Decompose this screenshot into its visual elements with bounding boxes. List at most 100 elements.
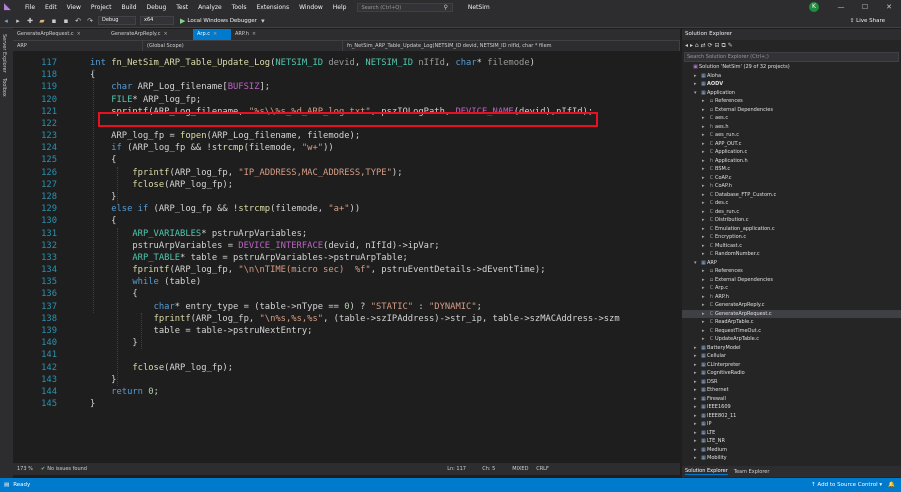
tree-item[interactable]: ▸ C Distribution.c bbox=[682, 216, 901, 224]
tree-item[interactable]: ▸ ▫ References bbox=[682, 97, 901, 105]
tree-item[interactable]: ▸ C Application.c bbox=[682, 148, 901, 156]
code-line[interactable]: int fn_NetSim_ARP_Table_Update_Log(NETSI… bbox=[90, 57, 535, 69]
save-icon[interactable]: ▪ bbox=[48, 17, 60, 25]
new-item-icon[interactable]: ✚ bbox=[24, 17, 36, 25]
tab-solution-explorer[interactable]: Solution Explorer bbox=[685, 468, 728, 475]
tree-item[interactable]: ▸ C ReadArpTable.c bbox=[682, 318, 901, 326]
minimize-icon[interactable]: — bbox=[829, 3, 853, 11]
menu-file[interactable]: File bbox=[20, 4, 40, 11]
tree-item[interactable]: ▸ Caes.c bbox=[682, 114, 901, 122]
tree-item[interactable]: ▸ C Emulation_application.c bbox=[682, 225, 901, 233]
tree-item[interactable]: ▸ h CoAP.h bbox=[682, 182, 901, 190]
tab-arp-h[interactable]: ARP.h × bbox=[231, 29, 269, 40]
tree-item[interactable]: ▾ ▦ Application bbox=[682, 89, 901, 97]
avatar[interactable]: K bbox=[809, 2, 819, 12]
menu-window[interactable]: Window bbox=[294, 4, 328, 11]
code-line[interactable]: fprintf(ARP_log_fp, "\n\nTIME(micro sec)… bbox=[90, 264, 545, 276]
scope-dropdown[interactable]: (Global Scope) bbox=[143, 41, 343, 51]
tree-item[interactable]: ▸ Caes_run.c bbox=[682, 131, 901, 139]
tab-arp-c[interactable]: Arp.c × bbox=[193, 29, 231, 40]
menu-extensions[interactable]: Extensions bbox=[252, 4, 295, 11]
tree-item[interactable]: ▸ C Encryption.c bbox=[682, 233, 901, 241]
tree-item[interactable]: ▸ C GenerateArpRequest.c bbox=[682, 309, 901, 318]
code-line[interactable]: fclose(ARP_log_fp); bbox=[90, 179, 233, 191]
whitespace-indicator[interactable]: MIXED bbox=[512, 466, 536, 472]
maximize-icon[interactable]: ☐ bbox=[853, 3, 877, 11]
menu-help[interactable]: Help bbox=[328, 4, 352, 11]
menu-project[interactable]: Project bbox=[86, 4, 117, 11]
tree-item[interactable]: ▸ C Multicast.c bbox=[682, 242, 901, 250]
menu-tools[interactable]: Tools bbox=[227, 4, 252, 11]
tree-item[interactable]: ▸ ▦ Medium bbox=[682, 446, 901, 454]
tree-item[interactable]: ▸ C Arp.c bbox=[682, 284, 901, 292]
code-line[interactable]: else if (ARP_log_fp && !strcmp(filemode,… bbox=[90, 203, 360, 215]
redo-icon[interactable]: ↷ bbox=[84, 17, 96, 25]
code-line[interactable]: char* entry_type = (table->nType == 0) ?… bbox=[90, 301, 482, 313]
code-line[interactable]: } bbox=[90, 398, 95, 410]
issues-status[interactable]: No issues found bbox=[47, 466, 447, 472]
project-dropdown[interactable]: ARP bbox=[13, 41, 143, 51]
tree-item[interactable]: ▸ ▦ Aloha bbox=[682, 72, 901, 80]
code-line[interactable]: } bbox=[90, 374, 116, 386]
close-icon[interactable]: × bbox=[252, 29, 256, 40]
toolbox-tab[interactable]: Toolbox bbox=[1, 78, 7, 97]
tree-item[interactable]: ▸ ▦ IEEE1609 bbox=[682, 403, 901, 411]
open-icon[interactable]: ▰ bbox=[36, 17, 48, 25]
code-line[interactable]: ARP_TABLE* table = pstruArpVariables->ps… bbox=[90, 252, 407, 264]
tree-item[interactable]: ▸ Cdes.c bbox=[682, 199, 901, 207]
back-icon[interactable]: ◂ bbox=[685, 42, 688, 49]
close-icon[interactable]: × bbox=[163, 29, 167, 40]
save-all-icon[interactable]: ▪ bbox=[60, 17, 72, 25]
close-icon[interactable]: × bbox=[77, 29, 81, 40]
tree-item[interactable]: ▸ h Application.h bbox=[682, 157, 901, 165]
code-line[interactable]: ARP_VARIABLES* pstruArpVariables; bbox=[90, 228, 307, 240]
code-line[interactable]: if (ARP_log_fp && !strcmp(filemode, "w+"… bbox=[90, 142, 333, 154]
code-line[interactable]: ARP_log_fp = fopen(ARP_Log_filename, fil… bbox=[90, 130, 360, 142]
tree-item[interactable]: ▸ ▦ CLInterpreter bbox=[682, 361, 901, 369]
code-line[interactable]: fprintf(ARP_log_fp, "IP_ADDRESS,MAC_ADDR… bbox=[90, 167, 402, 179]
menu-test[interactable]: Test bbox=[171, 4, 193, 11]
search-icon[interactable]: ⚲ bbox=[443, 4, 447, 11]
code-line[interactable]: } bbox=[90, 337, 137, 349]
code-line[interactable]: pstruArpVariables = DEVICE_INTERFACE(dev… bbox=[90, 240, 439, 252]
forward-icon[interactable]: ▸ bbox=[690, 42, 693, 49]
code-line[interactable]: fclose(ARP_log_fp); bbox=[90, 362, 233, 374]
platform-dropdown[interactable]: x64 bbox=[140, 16, 174, 25]
configuration-dropdown[interactable]: Debug bbox=[98, 16, 136, 25]
properties-icon[interactable]: ✎ bbox=[728, 42, 733, 49]
code-line[interactable]: char ARP_Log_filename[BUFSIZ]; bbox=[90, 81, 270, 93]
server-explorer-tab[interactable]: Server Explorer bbox=[1, 34, 7, 73]
tab-generatearprequest[interactable]: GenerateArpRequest.c × bbox=[13, 29, 107, 40]
live-share-button[interactable]: ⇪ Live Share bbox=[850, 18, 885, 24]
code-line[interactable]: fprintf(ARP_log_fp, "\n%s,%s,%s", (table… bbox=[90, 313, 620, 325]
tree-item[interactable]: ▸ ▦ LTE_NR bbox=[682, 437, 901, 445]
tree-item[interactable]: ▸ ▦ IEEE802_11 bbox=[682, 412, 901, 420]
code-line[interactable]: { bbox=[90, 288, 137, 300]
line-ending-indicator[interactable]: CRLF bbox=[536, 466, 549, 472]
tree-item[interactable]: ▸ ▦ IP bbox=[682, 420, 901, 428]
tree-item[interactable]: ▸ ▫ References bbox=[682, 267, 901, 275]
switch-views-icon[interactable]: ⇄ bbox=[701, 42, 706, 49]
tree-item[interactable]: ▸ h aes.h bbox=[682, 123, 901, 131]
tree-item[interactable]: ▸ ▦ CognitiveRadio bbox=[682, 369, 901, 377]
tab-generatearpreply[interactable]: GenerateArpReply.c × bbox=[107, 29, 193, 40]
tree-item[interactable]: ▸ h ARP.h bbox=[682, 293, 901, 301]
tree-item[interactable]: ▸ C RandomNumber.c bbox=[682, 250, 901, 258]
home-icon[interactable]: ⌂ bbox=[695, 42, 699, 49]
tree-item[interactable]: ▸ Cdes_run.c bbox=[682, 208, 901, 216]
forward-icon[interactable]: ▸ bbox=[12, 17, 24, 25]
code-line[interactable]: FILE* ARP_log_fp; bbox=[90, 94, 201, 106]
tree-item[interactable]: ▣ Solution 'NetSim' (29 of 32 projects) bbox=[682, 63, 901, 71]
menu-debug[interactable]: Debug bbox=[142, 4, 172, 11]
tree-item[interactable]: ▸ ▦ Firewall bbox=[682, 395, 901, 403]
tree-item[interactable]: ▸ C APP_OUT.c bbox=[682, 140, 901, 148]
sync-icon[interactable]: ⟳ bbox=[708, 42, 713, 49]
tree-item[interactable]: ▸ C RequestTimeOut.c bbox=[682, 327, 901, 335]
tree-item[interactable]: ▾ ▦ ARP bbox=[682, 259, 901, 267]
tree-item[interactable]: ▸ ▫ External Dependencies bbox=[682, 106, 901, 114]
function-dropdown[interactable]: fn_NetSim_ARP_Table_Update_Log(NETSIM_ID… bbox=[343, 41, 680, 51]
tree-item[interactable]: ▸ ▦ Mobility bbox=[682, 454, 901, 462]
dropdown-arrow-icon[interactable]: ▾ bbox=[257, 17, 269, 25]
show-all-files-icon[interactable]: ⧉ bbox=[721, 42, 725, 49]
search-input[interactable]: Search (Ctrl+Q) bbox=[357, 2, 454, 12]
